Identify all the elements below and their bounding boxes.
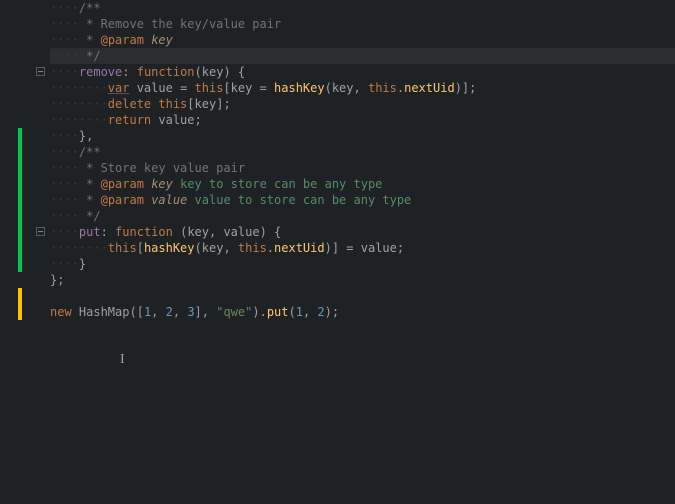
code-line[interactable]: new HashMap([1, 2, 3], "qwe").put(1, 2);	[50, 304, 675, 320]
code-line[interactable]: ····/**	[50, 0, 675, 16]
text-cursor: I	[120, 352, 127, 366]
code-line[interactable]: ···· * Store key value pair	[50, 160, 675, 176]
code-line[interactable]: ···· * Remove the key/value pair	[50, 16, 675, 32]
fold-column	[36, 0, 50, 504]
code-line[interactable]: ···· * @param key key to store can be an…	[50, 176, 675, 192]
code-line[interactable]: ········this[hashKey(key, this.nextUid)]…	[50, 240, 675, 256]
code-area[interactable]: I ····/**···· * Remove the key/value pai…	[50, 0, 675, 504]
fold-toggle[interactable]	[36, 227, 45, 236]
code-editor[interactable]: I ····/**···· * Remove the key/value pai…	[0, 0, 675, 504]
code-line[interactable]: ········delete this[key];	[50, 96, 675, 112]
code-line[interactable]: ····},	[50, 128, 675, 144]
change-marker	[18, 288, 22, 320]
code-line[interactable]: ········var value = this[key = hashKey(k…	[50, 80, 675, 96]
code-line[interactable]: };	[50, 272, 675, 288]
code-line[interactable]: ····remove: function(key) {	[50, 64, 675, 80]
code-line[interactable]: ····/**	[50, 144, 675, 160]
fold-toggle[interactable]	[36, 67, 45, 76]
gutter	[0, 0, 50, 504]
change-marker	[18, 128, 22, 272]
code-line[interactable]: ····put: function (key, value) {	[50, 224, 675, 240]
code-line[interactable]: ···· * @param key	[50, 32, 675, 48]
code-line[interactable]: ···· */	[50, 48, 675, 64]
code-line[interactable]: ········return value;	[50, 112, 675, 128]
code-line[interactable]: ···· */	[50, 208, 675, 224]
code-line[interactable]: ····}	[50, 256, 675, 272]
code-line[interactable]: ···· * @param value value to store can b…	[50, 192, 675, 208]
code-line[interactable]	[50, 288, 675, 304]
